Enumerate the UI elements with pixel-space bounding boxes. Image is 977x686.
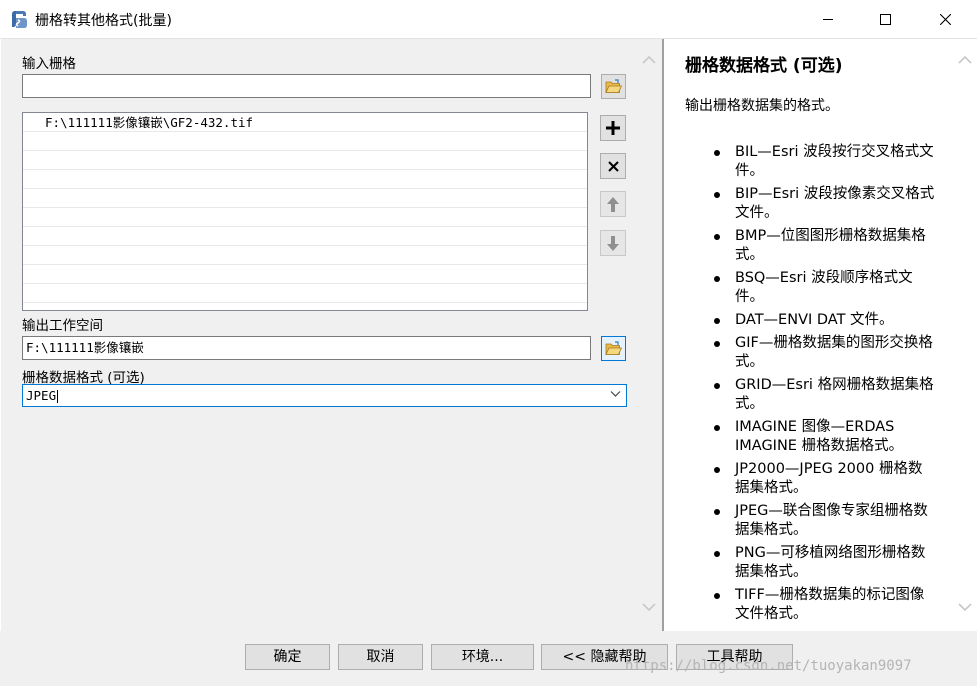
input-raster-browse-button[interactable] xyxy=(601,74,626,99)
arrow-up-icon xyxy=(607,196,619,212)
help-format-item: TIFF—栅格数据集的标记图像文件格式。 xyxy=(714,586,936,624)
cancel-button[interactable]: 取消 xyxy=(338,644,423,670)
list-item[interactable] xyxy=(23,208,587,227)
button-bar: 确定 取消 环境... << 隐藏帮助 工具帮助 https://blog.cs… xyxy=(0,631,977,686)
help-format-item: GRID—Esri 格网栅格数据集格式。 xyxy=(714,376,936,414)
raster-format-select[interactable]: JPEG xyxy=(22,384,627,407)
help-format-item: JPEG—联合图像专家组栅格数据集格式。 xyxy=(714,502,936,540)
list-item[interactable] xyxy=(23,246,587,265)
raster-format-label: 栅格数据格式 (可选) xyxy=(22,370,145,386)
open-folder-icon xyxy=(605,341,622,355)
input-raster-label: 输入栅格 xyxy=(22,56,76,72)
list-item[interactable] xyxy=(23,151,587,170)
list-item[interactable] xyxy=(23,132,587,151)
minimize-button[interactable] xyxy=(805,0,851,38)
output-workspace-browse-button[interactable] xyxy=(601,336,626,361)
output-workspace-label: 输出工作空间 xyxy=(22,318,103,334)
move-down-button[interactable] xyxy=(600,230,626,256)
scroll-up-icon[interactable] xyxy=(642,55,656,64)
list-item[interactable]: F:\111111影像镶嵌\GF2-432.tif xyxy=(23,113,587,132)
help-format-item: BIL—Esri 波段按行交叉格式文件。 xyxy=(714,143,936,181)
environments-button[interactable]: 环境... xyxy=(431,644,534,670)
close-icon xyxy=(939,13,951,25)
help-format-item: IMAGINE 图像—ERDAS IMAGINE 栅格数据格式。 xyxy=(714,418,936,456)
list-item[interactable] xyxy=(23,170,587,189)
raster-format-value: JPEG xyxy=(26,388,57,403)
plus-icon xyxy=(606,121,620,135)
scroll-up-icon[interactable] xyxy=(958,55,972,64)
minimize-icon xyxy=(823,19,833,20)
help-pane: 栅格数据格式 (可选) 输出栅格数据集的格式。 BIL—Esri 波段按行交叉格… xyxy=(664,39,954,631)
chevron-down-icon[interactable] xyxy=(610,390,621,398)
scroll-down-icon[interactable] xyxy=(958,603,972,612)
parameters-scrollbar[interactable] xyxy=(635,39,662,631)
text-cursor xyxy=(57,390,59,403)
move-up-button[interactable] xyxy=(600,191,626,217)
list-item[interactable] xyxy=(23,227,587,246)
help-format-item: JP2000—JPEG 2000 栅格数据集格式。 xyxy=(714,460,936,498)
help-format-item: BMP—位图图形栅格数据集格式。 xyxy=(714,227,936,265)
python-script-icon xyxy=(10,9,28,29)
list-item[interactable] xyxy=(23,284,587,303)
close-button[interactable] xyxy=(922,0,968,38)
help-format-item: BSQ—Esri 波段顺序格式文件。 xyxy=(714,269,936,307)
open-folder-icon xyxy=(605,79,622,93)
help-format-item: PNG—可移植网络图形栅格数据集格式。 xyxy=(714,544,936,582)
help-format-item: GIF—栅格数据集的图形交换格式。 xyxy=(714,334,936,372)
help-format-list: BIL—Esri 波段按行交叉格式文件。 BIP—Esri 波段按像素交叉格式文件… xyxy=(714,143,936,628)
help-title: 栅格数据格式 (可选) xyxy=(685,56,843,76)
maximize-button[interactable] xyxy=(862,0,908,38)
help-scrollbar[interactable] xyxy=(954,39,977,631)
add-item-button[interactable] xyxy=(600,115,626,141)
remove-item-button[interactable] xyxy=(600,153,626,179)
arrow-down-icon xyxy=(607,235,619,251)
input-raster-list[interactable]: F:\111111影像镶嵌\GF2-432.tif xyxy=(22,112,588,311)
watermark: https://blog.csdn.net/tuoyakan9097 xyxy=(625,658,912,674)
window-title: 栅格转其他格式(批量) xyxy=(35,13,172,29)
ok-button[interactable]: 确定 xyxy=(245,644,330,670)
title-bar: 栅格转其他格式(批量) xyxy=(0,0,977,38)
help-format-item: BIP—Esri 波段按像素交叉格式文件。 xyxy=(714,185,936,223)
delete-icon xyxy=(607,160,619,172)
maximize-icon xyxy=(879,13,891,25)
scroll-down-icon[interactable] xyxy=(642,603,656,612)
input-raster-field[interactable] xyxy=(22,74,591,98)
list-item[interactable] xyxy=(23,189,587,208)
help-description: 输出栅格数据集的格式。 xyxy=(685,98,839,114)
help-format-item: DAT—ENVI DAT 文件。 xyxy=(714,311,936,330)
parameters-pane: 输入栅格 F:\111111影像镶嵌\GF2-432.tif 输出工作空间 F:… xyxy=(1,39,635,631)
output-workspace-field[interactable]: F:\111111影像镶嵌 xyxy=(22,336,591,360)
list-item[interactable] xyxy=(23,265,587,284)
